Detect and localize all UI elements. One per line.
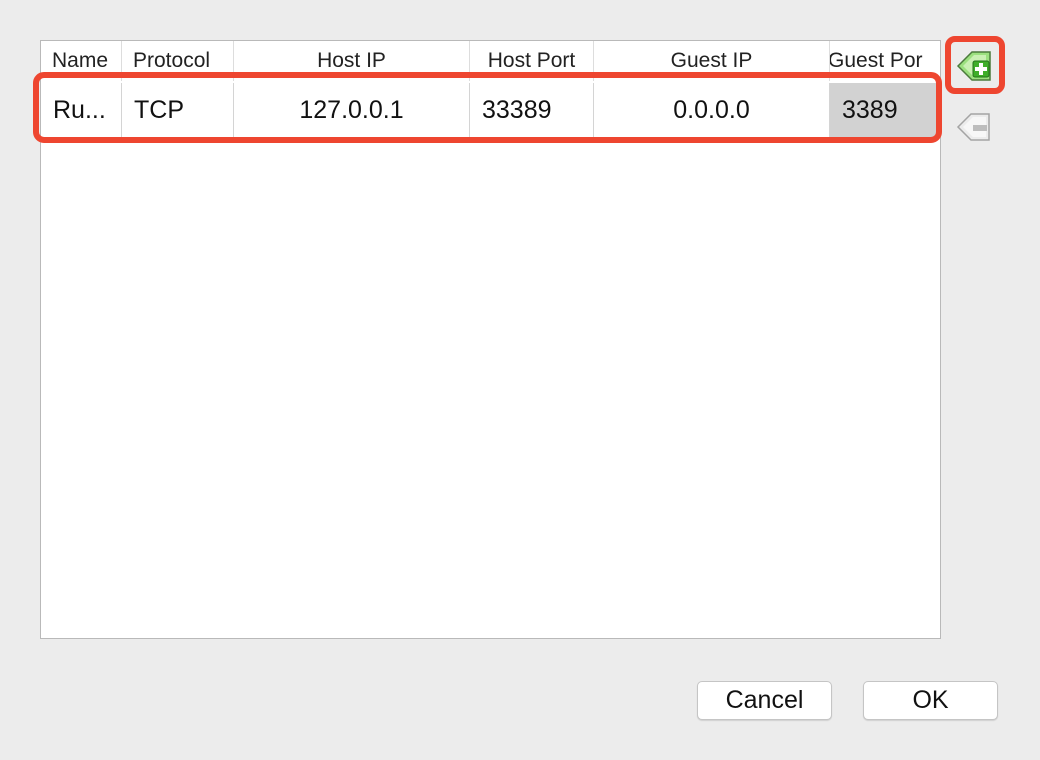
cell-guest-ip[interactable]: 0.0.0.0 (594, 83, 830, 138)
remove-rule-button[interactable] (955, 108, 995, 148)
column-header-guest-port[interactable]: Guest Por (830, 41, 940, 81)
cell-name[interactable]: Ru... (41, 83, 122, 138)
column-header-guest-ip[interactable]: Guest IP (594, 41, 830, 81)
cancel-button[interactable]: Cancel (697, 681, 832, 720)
column-header-host-ip[interactable]: Host IP (234, 41, 470, 81)
table-header: Name Protocol Host IP Host Port Guest IP… (41, 41, 940, 81)
cell-host-port[interactable]: 33389 (470, 83, 594, 138)
remove-rule-icon (956, 113, 990, 141)
cell-host-ip[interactable]: 127.0.0.1 (234, 83, 470, 138)
ok-button[interactable]: OK (863, 681, 998, 720)
column-header-protocol[interactable]: Protocol (122, 41, 234, 81)
add-rule-button[interactable] (955, 46, 995, 86)
column-header-name[interactable]: Name (41, 41, 122, 81)
port-forwarding-table: Name Protocol Host IP Host Port Guest IP… (40, 40, 941, 639)
column-header-host-port[interactable]: Host Port (470, 41, 594, 81)
cell-guest-port[interactable]: 3389 (830, 83, 940, 138)
cell-protocol[interactable]: TCP (122, 83, 234, 138)
table-row[interactable]: Ru... TCP 127.0.0.1 33389 0.0.0.0 3389 (41, 83, 940, 138)
add-rule-icon (956, 51, 991, 81)
